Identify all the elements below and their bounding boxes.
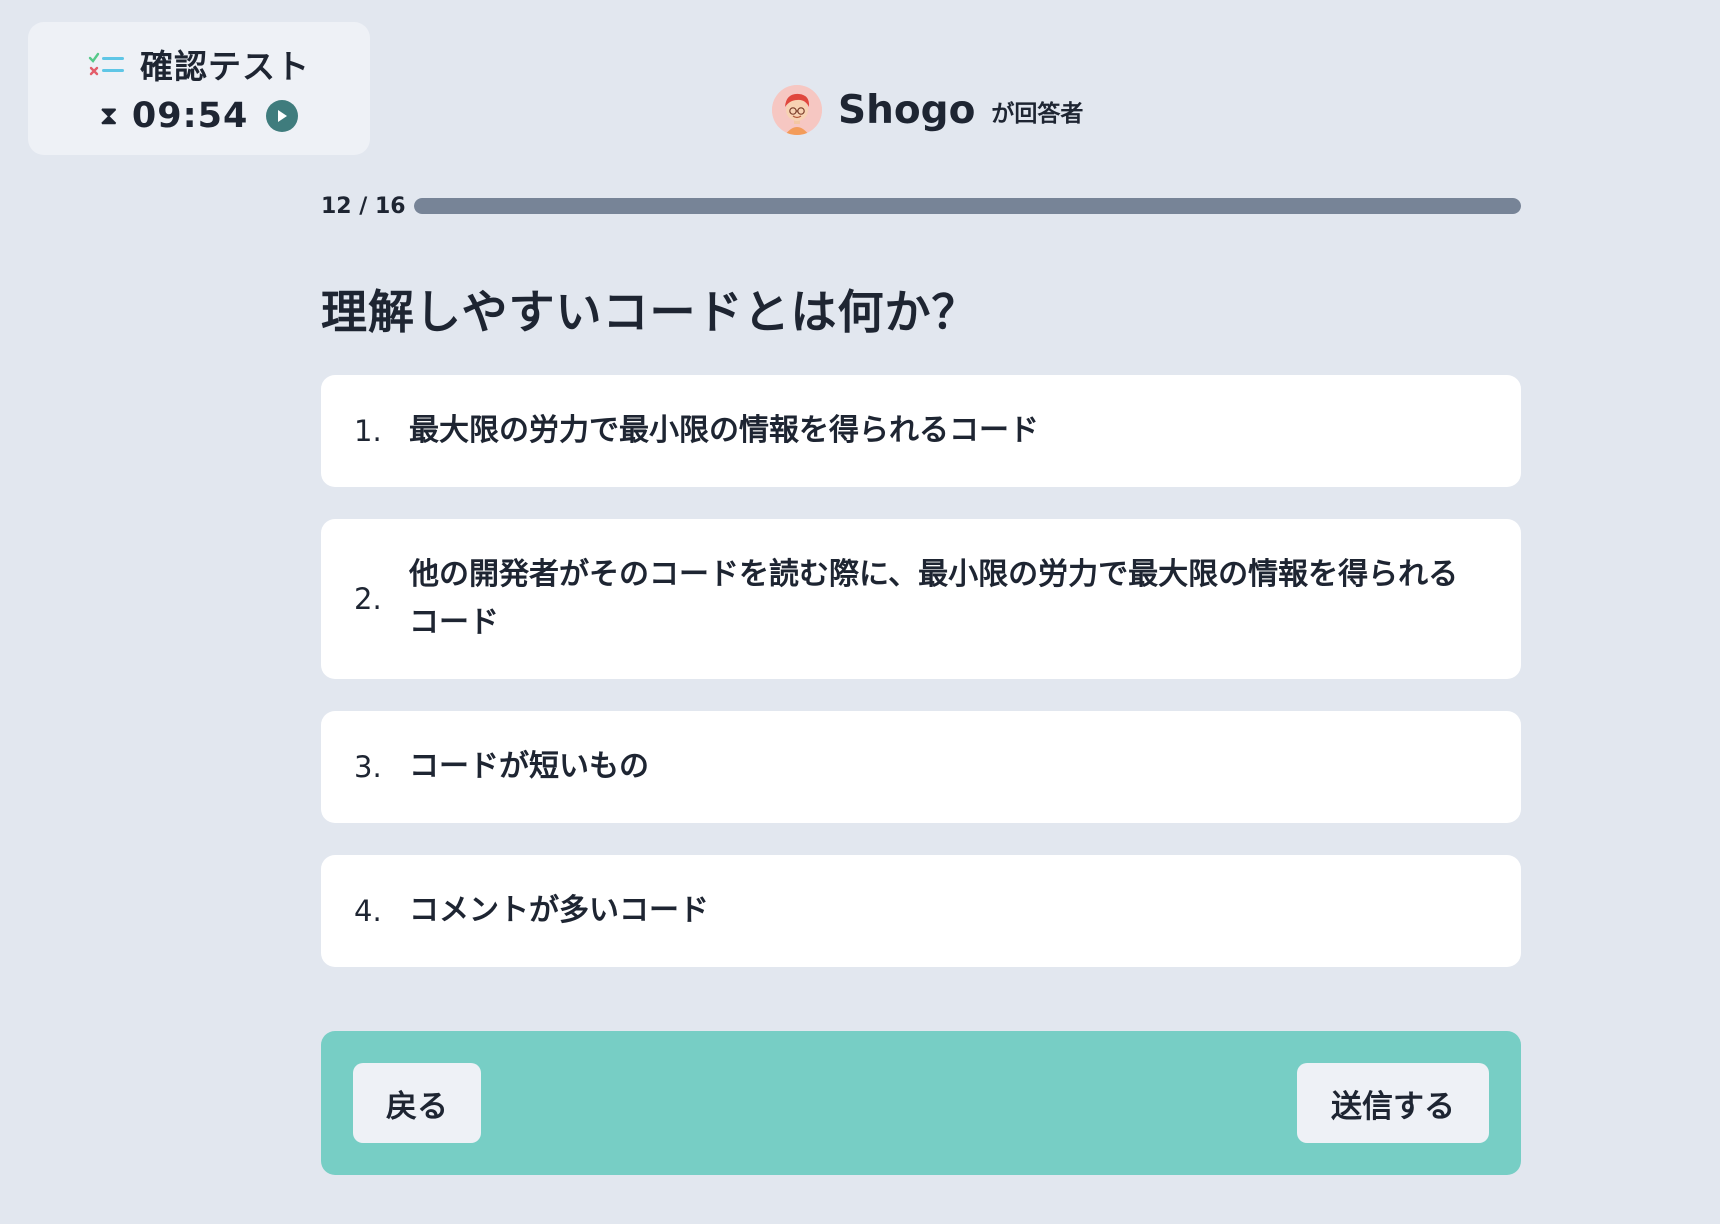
- progress-bar: [414, 198, 1521, 214]
- hourglass-icon: ⧗: [99, 101, 118, 131]
- answer-option-3[interactable]: 3. コードが短いもの: [321, 711, 1521, 823]
- answer-options: 1. 最大限の労力で最小限の情報を得られるコード 2. 他の開発者がそのコードを…: [321, 375, 1521, 999]
- answer-option-1[interactable]: 1. 最大限の労力で最小限の情報を得られるコード: [321, 375, 1521, 487]
- option-text: 最大限の労力で最小限の情報を得られるコード: [409, 413, 1039, 448]
- answer-option-4[interactable]: 4. コメントが多いコード: [321, 855, 1521, 967]
- submit-button[interactable]: 送信する: [1297, 1063, 1489, 1143]
- option-text: 他の開発者がそのコードを読む際に、最小限の労力で最大限の情報を得られるコード: [409, 557, 1459, 640]
- checklist-icon: [88, 51, 126, 77]
- play-icon[interactable]: [266, 100, 299, 132]
- progress-section: 12 / 16: [321, 190, 1521, 222]
- question-text: 理解しやすいコードとは何か？: [321, 285, 979, 339]
- avatar: [772, 85, 822, 135]
- answer-option-2[interactable]: 2. 他の開発者がそのコードを読む際に、最小限の労力で最大限の情報を得られるコー…: [321, 519, 1521, 679]
- option-number: 2.: [354, 582, 382, 616]
- progress-counter: 12 / 16: [321, 193, 406, 219]
- option-number: 3.: [354, 750, 382, 784]
- test-title: 確認テスト: [140, 47, 310, 86]
- option-text: コメントが多いコード: [409, 893, 709, 928]
- respondent-name: Shogo: [838, 87, 976, 133]
- navigation-bar: 戻る 送信する: [321, 1031, 1521, 1175]
- back-button[interactable]: 戻る: [353, 1063, 481, 1143]
- option-text: コードが短いもの: [409, 749, 649, 784]
- respondent-suffix: が回答者: [991, 101, 1084, 127]
- option-number: 4.: [354, 894, 382, 928]
- option-number: 1.: [354, 414, 382, 448]
- respondent-info: Shogo が回答者: [772, 84, 1083, 136]
- countdown-timer: 09:54: [131, 96, 249, 136]
- timer-row: ⧗ 09:54: [28, 92, 370, 140]
- test-title-row: 確認テスト: [28, 40, 370, 88]
- test-info-card: 確認テスト ⧗ 09:54: [28, 22, 370, 155]
- progress-bar-fill: [414, 198, 1521, 214]
